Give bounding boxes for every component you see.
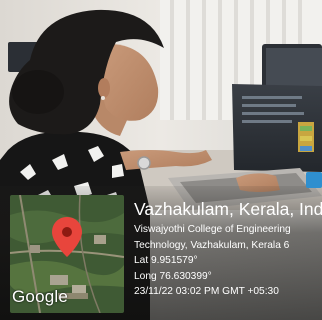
- address-line-2: Technology, Vazhakulam, Kerala 6: [134, 239, 290, 251]
- location-title: Vazhakulam, Kerala, Ind: [134, 199, 322, 219]
- map-thumbnail[interactable]: Google: [10, 195, 124, 313]
- photo-scene: Google Vazhakulam, Kerala, Ind Viswajyot…: [0, 0, 322, 320]
- geotag-info: Vazhakulam, Kerala, Ind Viswajyothi Coll…: [134, 198, 322, 300]
- google-logo: Google: [12, 287, 69, 306]
- address-line-1: Viswajyothi College of Engineering: [134, 224, 291, 235]
- longitude-text: Long 76.630399°: [134, 270, 212, 282]
- timestamp-text: 23/11/22 03:02 PM GMT +05:30: [134, 286, 279, 298]
- app-badge-icon: [306, 172, 322, 188]
- latitude-text: Lat 9.951579°: [134, 255, 198, 267]
